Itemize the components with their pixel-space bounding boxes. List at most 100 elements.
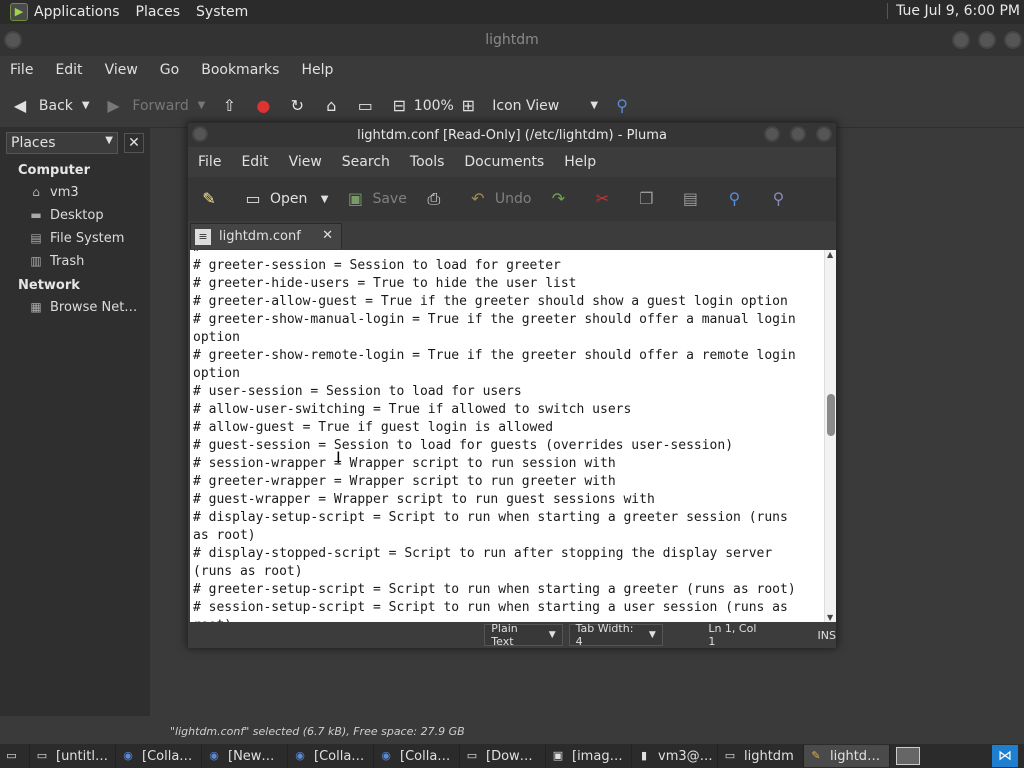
maximize-button[interactable] xyxy=(790,126,806,142)
scrollbar-thumb[interactable] xyxy=(827,394,835,436)
text-editor[interactable]: ## greeter-session = Session to load for… xyxy=(190,250,824,622)
back-button[interactable]: ◀ Back ▼ xyxy=(10,96,90,116)
sidebar-item-trash[interactable]: ▥ Trash xyxy=(0,250,150,273)
computer-button[interactable]: ▭ xyxy=(355,96,375,116)
editor-line: # greeter-show-manual-login = True if th… xyxy=(193,312,796,327)
task-terminal[interactable]: ▮ vm3@… xyxy=(632,745,718,767)
clock[interactable]: Tue Jul 9, 6:00 PM xyxy=(887,3,1020,19)
task-downloads[interactable]: ▭ [Dow… xyxy=(460,745,546,767)
image-icon: ▣ xyxy=(552,749,564,762)
applications-menu[interactable]: Applications xyxy=(34,4,120,20)
sidebar-item-browse-network[interactable]: ▦ Browse Net… xyxy=(0,296,150,319)
pluma-menubar: File Edit View Search Tools Documents He… xyxy=(188,147,836,177)
scroll-down-icon[interactable]: ▼ xyxy=(827,613,833,622)
menu-help[interactable]: Help xyxy=(564,154,596,170)
vscode-icon[interactable]: ⋈ xyxy=(992,745,1018,767)
menu-edit[interactable]: Edit xyxy=(241,154,268,170)
editor-scrollbar[interactable]: ▲ ▼ xyxy=(824,250,836,622)
menu-file[interactable]: File xyxy=(10,62,33,78)
close-button[interactable] xyxy=(1004,31,1022,49)
zoom-out-button[interactable]: ⊟ 100% ⊞ xyxy=(389,96,478,116)
menu-help[interactable]: Help xyxy=(301,62,333,78)
reload-button[interactable]: ↻ xyxy=(287,96,307,116)
undo-button[interactable]: ↶ Undo xyxy=(467,188,531,210)
menu-documents[interactable]: Documents xyxy=(464,154,544,170)
menu-go[interactable]: Go xyxy=(160,62,179,78)
minimize-button[interactable] xyxy=(764,126,780,142)
task-collab-1[interactable]: ◉ [Colla… xyxy=(116,745,202,767)
menu-file[interactable]: File xyxy=(198,154,221,170)
insert-mode: INS xyxy=(817,628,836,642)
view-mode-select[interactable]: Icon View ▼ xyxy=(492,98,598,114)
window-menu-button[interactable] xyxy=(192,126,208,142)
task-untitled[interactable]: ▭ [untitl… xyxy=(30,745,116,767)
cut-icon: ✂ xyxy=(595,189,610,208)
find-button[interactable]: ⚲ xyxy=(723,188,751,210)
chevron-down-icon[interactable]: ▼ xyxy=(82,100,90,111)
menu-bookmarks[interactable]: Bookmarks xyxy=(201,62,279,78)
redo-button[interactable]: ↷ xyxy=(547,188,575,210)
sidebar-item-desktop[interactable]: ▬ Desktop xyxy=(0,204,150,227)
redo-icon: ↷ xyxy=(551,189,566,208)
task-new[interactable]: ◉ [New… xyxy=(202,745,288,767)
tab-lightdm-conf[interactable]: ≡ lightdm.conf ✕ xyxy=(190,223,342,249)
mate-logo-icon[interactable]: ▶ xyxy=(10,3,28,21)
editor-line: # greeter-show-remote-login = True if th… xyxy=(193,348,796,363)
editor-line: as root) xyxy=(193,528,256,543)
copy-button[interactable]: ❐ xyxy=(635,188,663,210)
task-collab-3[interactable]: ◉ [Colla… xyxy=(374,745,460,767)
open-button[interactable]: ▭ Open ▼ xyxy=(242,188,328,210)
search-button[interactable]: ⚲ xyxy=(612,96,632,116)
editor-text: ## greeter-session = Session to load for… xyxy=(190,250,824,622)
menu-view[interactable]: View xyxy=(289,154,322,170)
print-button[interactable]: ⎙ xyxy=(423,188,451,210)
menu-view[interactable]: View xyxy=(105,62,138,78)
save-button[interactable]: ▣ Save xyxy=(344,188,407,210)
show-desktop-button[interactable]: ▭ xyxy=(0,745,30,767)
chevron-down-icon[interactable]: ▼ xyxy=(198,100,206,111)
workspace-switcher[interactable] xyxy=(896,747,920,765)
stop-icon: ● xyxy=(256,95,271,115)
task-lightdm-folder[interactable]: ▭ lightdm xyxy=(718,745,804,767)
mouse-ibeam-cursor: I xyxy=(336,448,341,467)
home-button[interactable]: ⌂ xyxy=(321,96,341,116)
paste-button[interactable]: ▤ xyxy=(679,188,707,210)
pluma-titlebar[interactable]: lightdm.conf [Read-Only] (/etc/lightdm) … xyxy=(188,123,836,147)
places-menu[interactable]: Places xyxy=(136,4,181,20)
menu-search[interactable]: Search xyxy=(342,154,390,170)
menu-tools[interactable]: Tools xyxy=(410,154,445,170)
up-button[interactable]: ⇧ xyxy=(219,96,239,116)
zoom-in-icon[interactable]: ⊞ xyxy=(458,96,478,116)
zoom-level: 100% xyxy=(413,97,454,114)
file-manager-titlebar[interactable]: lightdm xyxy=(0,24,1024,56)
cursor-position: Ln 1, Col 1 xyxy=(708,622,757,648)
editor-line: # guest-session = Session to load for gu… xyxy=(193,438,734,453)
minimize-button[interactable] xyxy=(952,31,970,49)
forward-button[interactable]: ▶ Forward ▼ xyxy=(104,96,206,116)
editor-line: option xyxy=(193,366,240,381)
stop-button[interactable]: ● xyxy=(253,96,273,116)
browser-icon: ◉ xyxy=(381,749,391,762)
task-collab-2[interactable]: ◉ [Colla… xyxy=(288,745,374,767)
cut-button[interactable]: ✂ xyxy=(591,188,619,210)
system-menu[interactable]: System xyxy=(196,4,248,20)
replace-button[interactable]: ⚲ xyxy=(767,188,795,210)
places-selector[interactable]: Places ▼ xyxy=(6,132,118,154)
language-select[interactable]: Plain Text ▼ xyxy=(484,622,563,648)
tab-width-select[interactable]: Tab Width: 4 ▼ xyxy=(568,622,663,648)
chevron-down-icon[interactable]: ▼ xyxy=(321,194,329,205)
maximize-button[interactable] xyxy=(978,31,996,49)
menu-edit[interactable]: Edit xyxy=(55,62,82,78)
close-button[interactable] xyxy=(816,126,832,142)
trash-icon: ▥ xyxy=(30,254,42,268)
new-document-button[interactable]: ✎ xyxy=(198,188,226,210)
close-sidebar-icon[interactable]: ✕ xyxy=(124,133,144,153)
sidebar-item-file-system[interactable]: ▤ File System xyxy=(0,227,150,250)
sidebar-item-vm3[interactable]: ⌂ vm3 xyxy=(0,181,150,204)
close-tab-icon[interactable]: ✕ xyxy=(322,228,333,243)
task-lightdm-pluma[interactable]: ✎ lightd… xyxy=(804,745,890,767)
scroll-up-icon[interactable]: ▲ xyxy=(827,250,833,259)
task-image[interactable]: ▣ [imag… xyxy=(546,745,632,767)
window-menu-button[interactable] xyxy=(4,31,22,49)
editor-line: # display-stopped-script = Script to run… xyxy=(193,546,773,561)
